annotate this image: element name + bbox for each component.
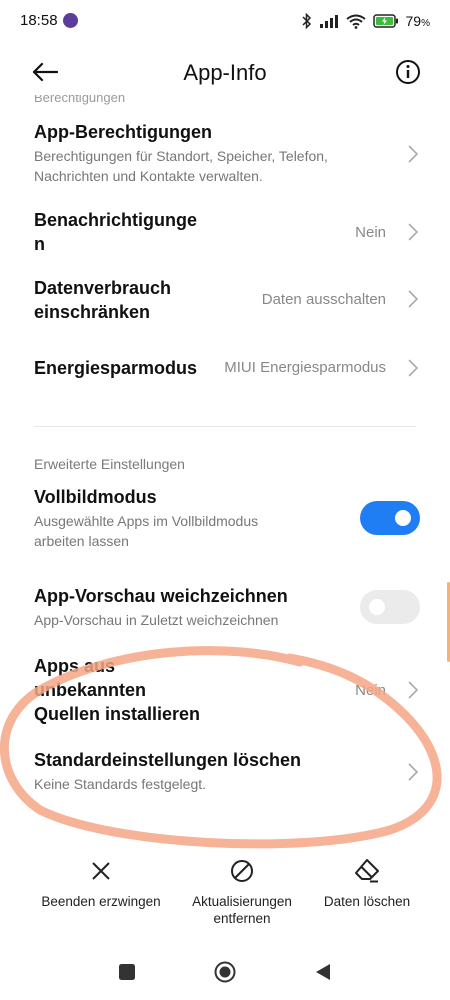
chevron-right-icon: [408, 290, 419, 308]
row-value: MIUI Energiesparmodus: [224, 359, 386, 376]
row-title: Standardeinstellungen löschen: [34, 750, 302, 770]
section-header: Erweiterte Einstellungen: [34, 456, 185, 472]
block-icon: [231, 860, 253, 882]
signal-icon: [319, 15, 338, 28]
action-label: Aktualisierungen entfernen: [192, 894, 292, 926]
chevron-right-icon: [408, 145, 419, 163]
close-icon: [92, 862, 110, 880]
clear-defaults-row[interactable]: Standardeinstellungen löschen Keine Stan…: [34, 748, 420, 798]
chevron-right-icon: [408, 763, 419, 781]
wifi-icon: [345, 14, 366, 29]
info-icon: [396, 60, 420, 84]
uninstall-updates-button[interactable]: Aktualisierungen entfernen: [176, 857, 308, 927]
row-title: Vollbildmodus: [34, 487, 157, 507]
bluetooth-icon: [301, 13, 311, 29]
home-button[interactable]: [213, 960, 237, 984]
bottom-action-bar: Beenden erzwingen Aktualisierungen entfe…: [0, 850, 450, 930]
eraser-icon: [355, 859, 379, 883]
data-usage-row[interactable]: Datenverbrauch einschränken Daten aussch…: [34, 276, 420, 326]
divider: [34, 426, 416, 427]
toggle-knob: [369, 599, 385, 615]
chevron-right-icon: [408, 681, 419, 699]
row-subtitle: Keine Standards festgelegt.: [34, 776, 207, 792]
app-notification-icon: [63, 13, 78, 28]
fullscreen-row[interactable]: Vollbildmodus Ausgewählte Apps im Vollbi…: [34, 485, 420, 555]
toggle-knob: [395, 510, 411, 526]
row-title: App-Berechtigungen: [34, 122, 212, 142]
status-bar: 18:58 79%: [0, 0, 450, 44]
info-button[interactable]: [394, 58, 422, 86]
status-time: 18:58: [20, 12, 58, 29]
clear-data-button[interactable]: Daten löschen: [314, 857, 420, 910]
chevron-right-icon: [408, 359, 419, 377]
battery-charging-icon: [372, 14, 398, 28]
recents-button[interactable]: [115, 960, 139, 984]
chevron-right-icon: [408, 223, 419, 241]
back-nav-button[interactable]: [311, 960, 335, 984]
row-value: Nein: [355, 682, 386, 699]
app-bar: App-Info: [0, 44, 450, 100]
action-label: Daten löschen: [323, 894, 411, 909]
notifications-row[interactable]: Benachrichtigunge n Nein: [34, 208, 420, 258]
blur-preview-toggle[interactable]: [360, 590, 420, 624]
cut-off-label: Berechtigungen: [34, 95, 126, 105]
status-icons: 79%: [301, 11, 430, 31]
unknown-sources-row[interactable]: Apps aus unbekannten Quellen installiere…: [34, 654, 420, 729]
fullscreen-toggle[interactable]: [360, 501, 420, 535]
battery-percentage: 79%: [405, 13, 430, 29]
battery-saver-row[interactable]: Energiesparmodus MIUI Energiesparmodus: [34, 356, 420, 382]
row-value: Nein: [355, 224, 386, 241]
page-title: App-Info: [183, 60, 267, 85]
blur-preview-row[interactable]: App-Vorschau weichzeichnen App-Vorschau …: [34, 584, 420, 634]
system-navigation-bar: [0, 950, 450, 994]
row-subtitle: Berechtigungen für Standort, Speicher, T…: [34, 148, 328, 184]
action-label: Beenden erzwingen: [41, 894, 161, 909]
permissions-row[interactable]: App-Berechtigungen Berechtigungen für St…: [34, 120, 420, 190]
force-stop-button[interactable]: Beenden erzwingen: [36, 857, 166, 910]
row-value: Daten ausschalten: [261, 291, 386, 308]
